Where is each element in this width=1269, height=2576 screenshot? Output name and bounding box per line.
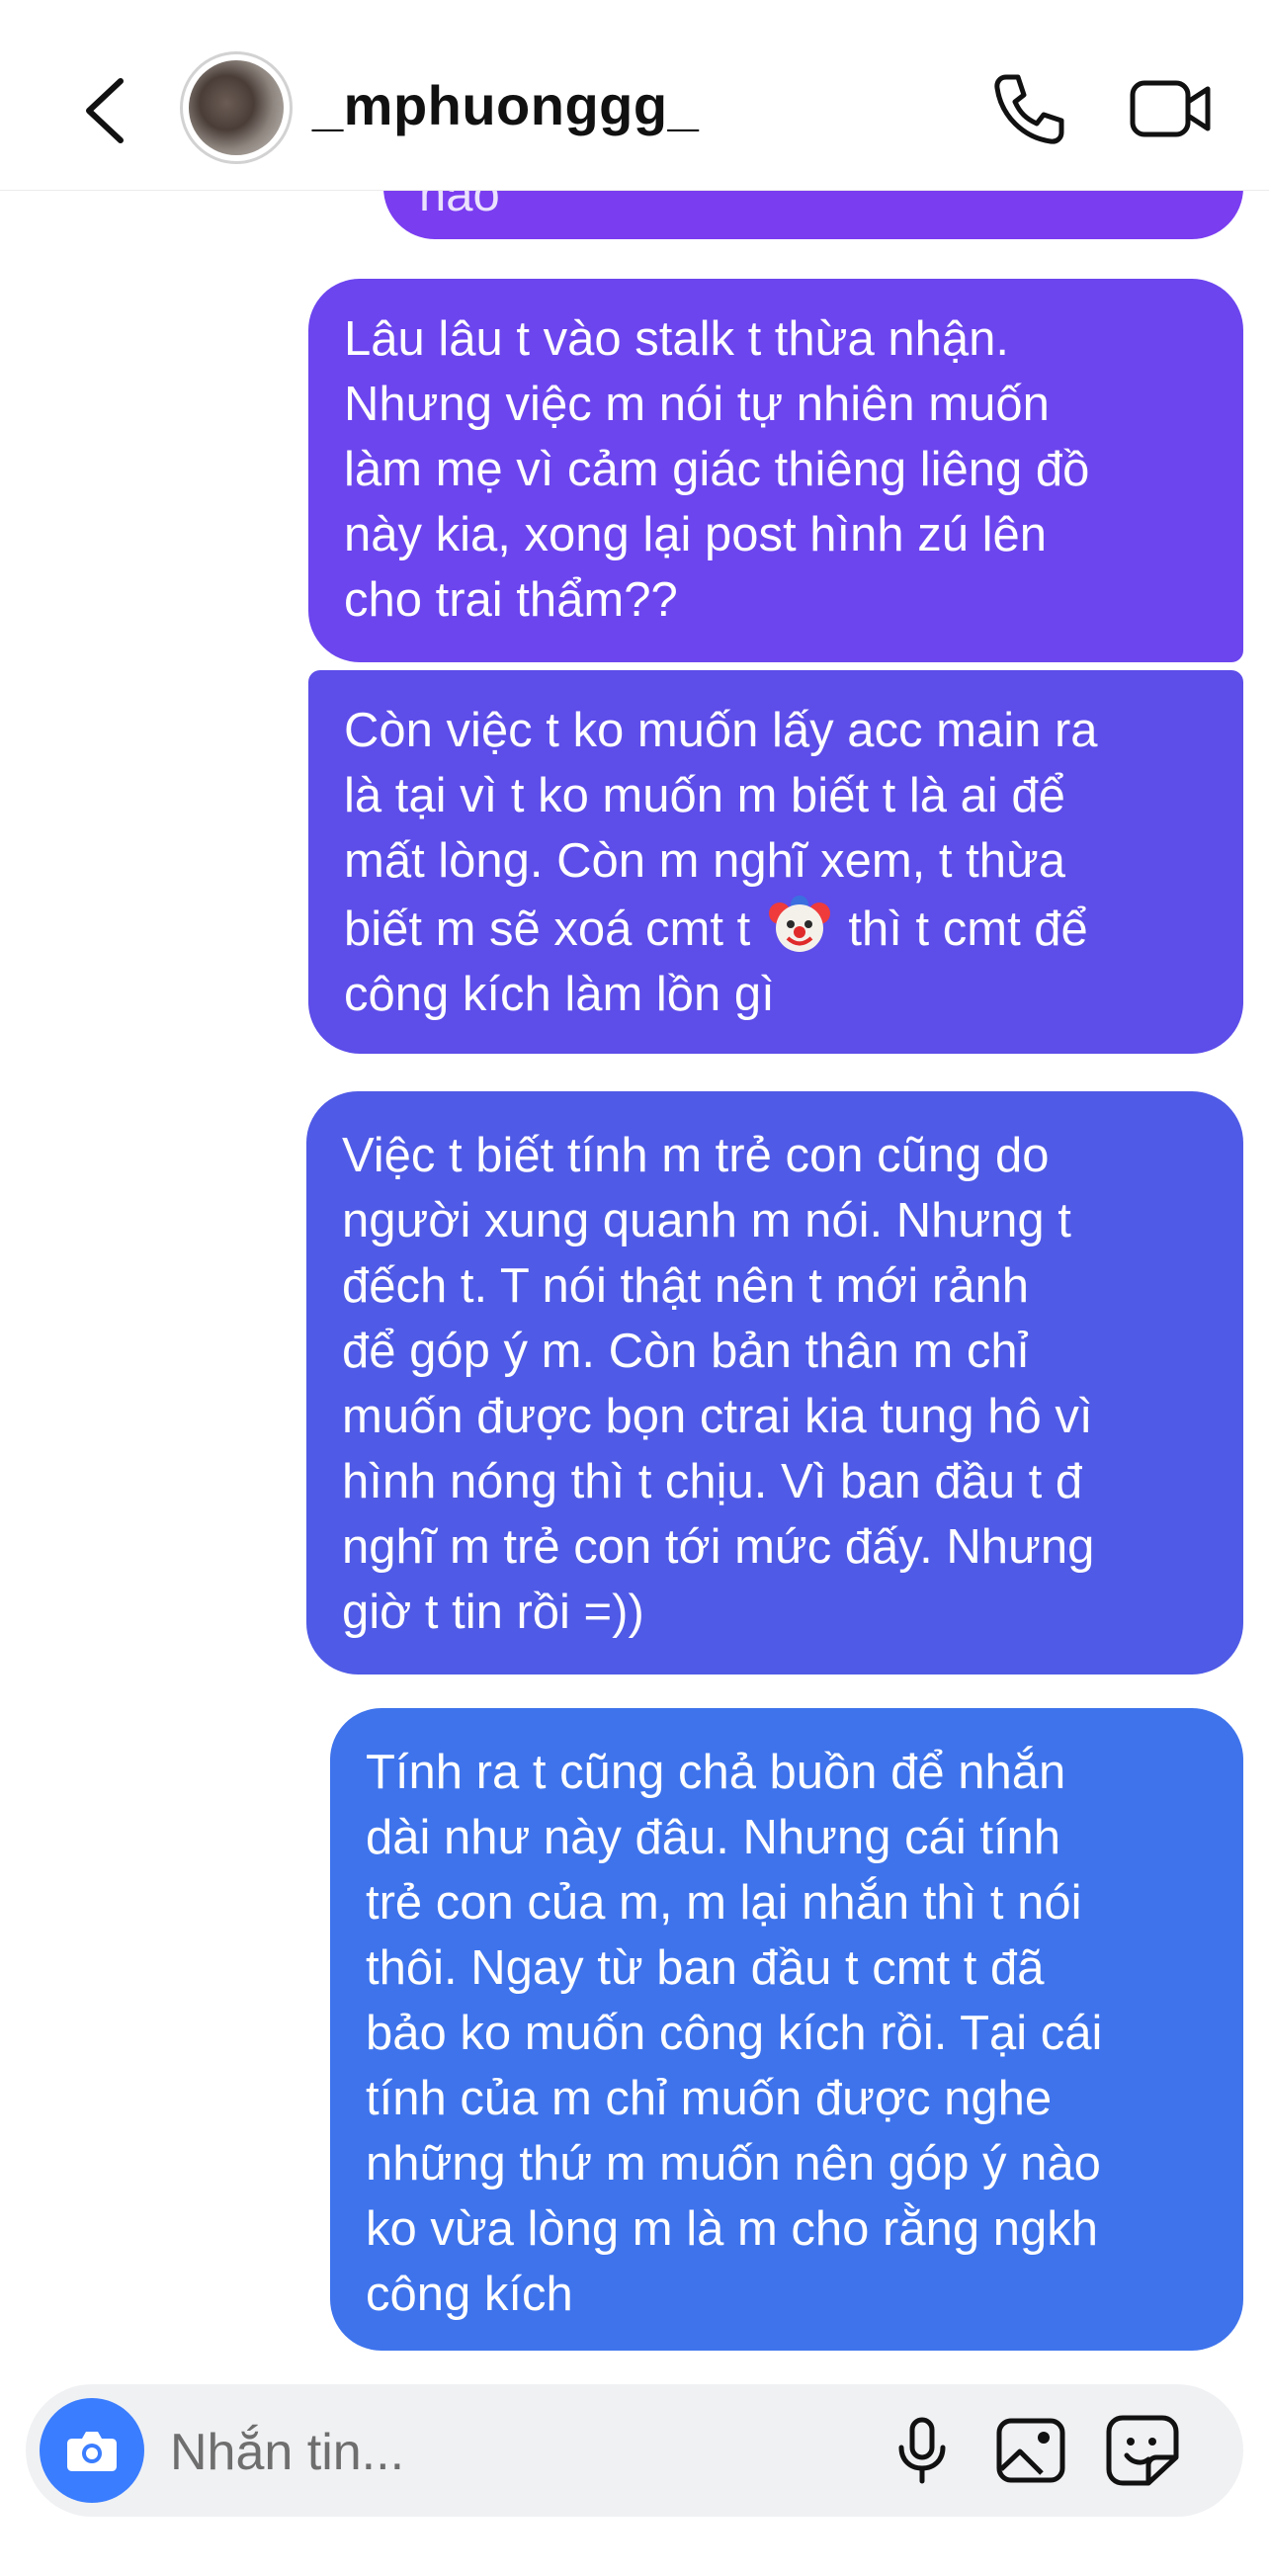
image-icon [996, 2418, 1065, 2483]
video-camera-icon [1130, 80, 1211, 137]
voice-call-button[interactable] [988, 69, 1067, 148]
camera-icon [67, 2432, 117, 2471]
voice-message-button[interactable] [886, 2414, 959, 2487]
phone-icon [994, 74, 1064, 144]
message-bubble[interactable]: Việc t biết tính m trẻ con cũng do người… [306, 1091, 1243, 1674]
message-input[interactable] [168, 2412, 864, 2493]
message-text: Việc t biết tính m trẻ con cũng do người… [342, 1129, 1095, 1639]
gallery-button[interactable] [992, 2414, 1069, 2487]
avatar[interactable] [180, 51, 293, 164]
clown-face-icon [768, 896, 830, 952]
sticker-button[interactable] [1103, 2412, 1182, 2489]
message-thread: nào Lâu lâu t vào stalk t thừa nhận. Như… [0, 0, 1269, 2576]
avatar-image [189, 60, 284, 155]
chevron-left-icon [86, 78, 124, 143]
message-text: Tính ra t cũng chả buồn để nhắn dài như … [366, 1746, 1103, 2321]
message-bubble[interactable]: Còn việc t ko muốn lấy acc main ra là tạ… [308, 670, 1243, 1054]
back-button[interactable] [69, 59, 138, 158]
bottom-safe-area [0, 2531, 1269, 2576]
message-text: Lâu lâu t vào stalk t thừa nhận. Nhưng v… [344, 312, 1090, 627]
camera-button[interactable] [40, 2398, 144, 2503]
microphone-icon [898, 2417, 946, 2484]
chat-header: _mphuonggg_ [0, 0, 1269, 191]
message-composer [26, 2384, 1243, 2517]
message-bubble[interactable]: Lâu lâu t vào stalk t thừa nhận. Nhưng v… [308, 279, 1243, 662]
sticker-icon [1106, 2415, 1179, 2486]
chat-username[interactable]: _mphuonggg_ [312, 73, 699, 137]
message-bubble[interactable]: Tính ra t cũng chả buồn để nhắn dài như … [330, 1708, 1243, 2351]
video-call-button[interactable] [1127, 69, 1216, 148]
